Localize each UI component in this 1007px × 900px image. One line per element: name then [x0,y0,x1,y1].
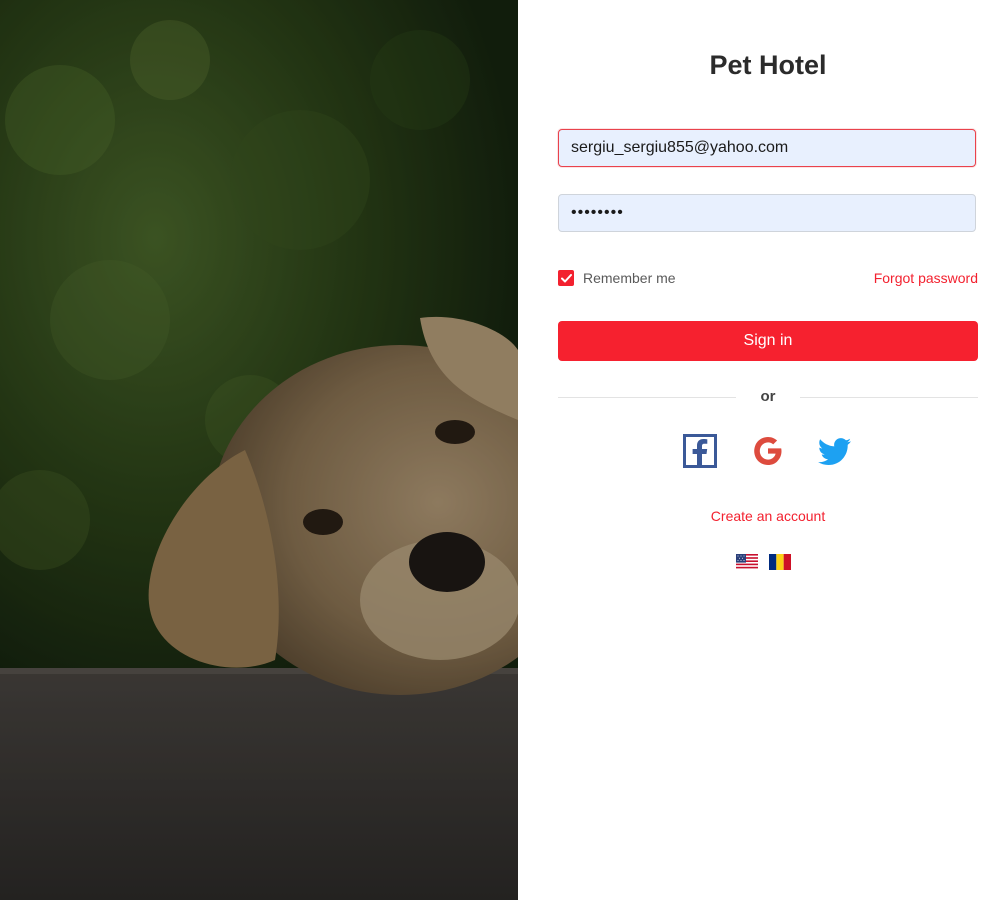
or-divider-label: or [760,388,776,405]
remember-me-label: Remember me [583,270,676,286]
sign-in-button[interactable]: Sign in [558,321,978,361]
checkbox-checked-icon[interactable] [558,270,574,286]
google-icon[interactable] [751,434,785,468]
email-input[interactable] [558,129,976,167]
password-input[interactable] [558,194,976,232]
background-photo [0,0,518,900]
divider-left [558,397,736,398]
dog-photo [0,0,518,900]
romania-flag-icon[interactable] [769,554,791,570]
divider-right [800,397,978,398]
twitter-icon[interactable] [818,434,852,468]
us-flag-icon[interactable] [736,554,758,570]
forgot-password-link[interactable]: Forgot password [874,270,978,286]
login-panel: Pet Hotel Remember me Forgot password Si… [518,0,1007,900]
create-account-link[interactable]: Create an account [558,508,978,524]
facebook-icon[interactable] [683,434,717,468]
remember-me-checkbox[interactable]: Remember me [558,270,676,286]
app-title: Pet Hotel [709,50,827,80]
